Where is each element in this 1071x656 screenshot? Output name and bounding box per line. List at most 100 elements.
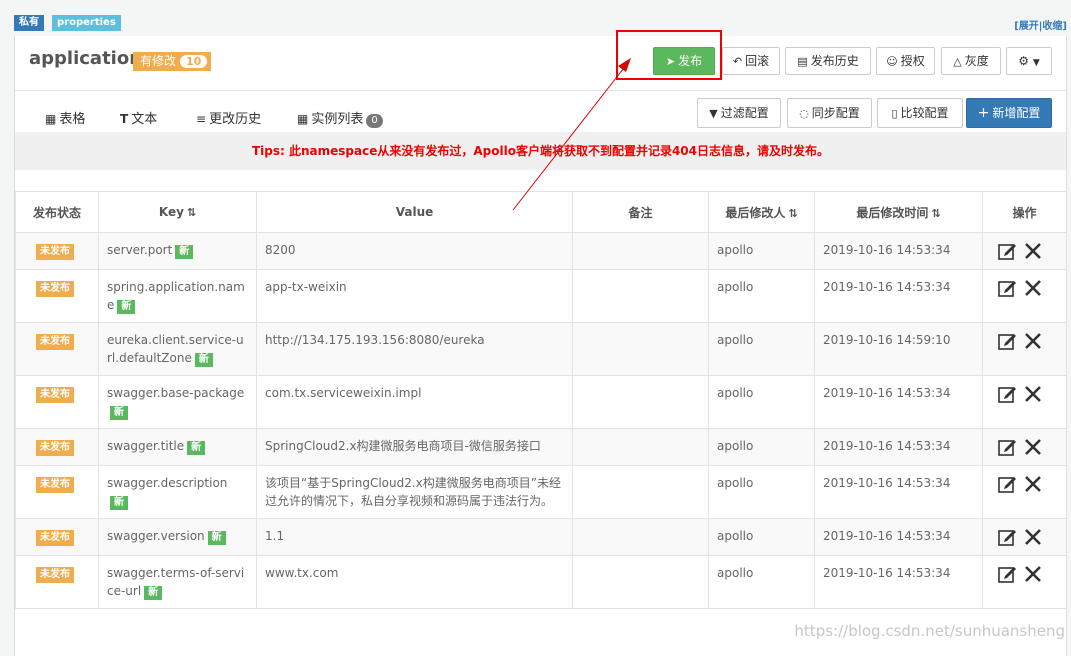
sort-icon[interactable]: ⇅ [931,207,940,220]
delete-icon[interactable] [1023,241,1043,261]
edit-icon[interactable] [997,527,1017,547]
tab-instances[interactable]: ▦ 实例列表 0 [297,108,383,132]
tab-history-label: 更改历史 [209,112,262,127]
modifier-cell: apollo [708,555,815,609]
col-modifier-label: 最后修改人 [725,205,786,220]
new-badge: 新 [187,441,206,455]
status-cell: 未发布 [15,428,99,466]
modifier-cell: apollo [708,232,815,270]
sync-label: 同步配置 [811,106,860,120]
plus-icon: + [977,105,990,121]
list-icon: ≡ [196,112,207,126]
namespace-header: application 有修改 10 ➤ 发布 ↶ 回滚 ▤ 发布历史 ☺ 授权 △ 灰度 … [15,30,1066,91]
publish-history-button[interactable]: ▤ 发布历史 [785,47,871,75]
tips-banner: Tips: 此namespace从来没有发布过，Apollo客户端将获取不到配置… [15,132,1066,170]
status-cell: 未发布 [15,465,99,519]
top-strip: 私有 properties [展开|收缩] [0,0,1071,36]
status-cell: 未发布 [15,518,99,556]
value-cell: app-tx-weixin [256,269,573,323]
modifier-cell: apollo [708,322,815,376]
actions-cell [982,269,1067,323]
value-cell: 1.1 [256,518,573,556]
sort-icon[interactable]: ⇅ [187,206,196,219]
tab-history[interactable]: ≡ 更改历史 [196,108,261,132]
delete-icon[interactable] [1023,474,1043,494]
actions-cell [982,428,1067,466]
compare-label: 比较配置 [900,106,949,120]
key-text: swagger.description [107,476,228,490]
new-badge: 新 [194,353,213,367]
edit-icon[interactable] [997,384,1017,404]
edit-icon[interactable] [997,241,1017,261]
col-key[interactable]: Key ⇅ [98,191,257,233]
key-cell: eureka.client.service-url.defaultZone 新 [98,322,257,376]
grant-button[interactable]: ☺ 授权 [876,47,935,75]
value-cell: 该项目“基于SpringCloud2.x构建微服务电商项目”未经过允许的情况下，… [256,465,573,519]
col-status: 发布状态 [15,191,99,233]
edit-icon[interactable] [997,474,1017,494]
caret-down-icon: ▼ [1032,58,1040,68]
add-label: 新增配置 [992,106,1041,120]
edit-icon[interactable] [997,331,1017,351]
rollback-button[interactable]: ↶ 回滚 [722,47,780,75]
delete-icon[interactable] [1023,331,1043,351]
edit-icon[interactable] [997,564,1017,584]
time-cell: 2019-10-16 14:53:34 [814,428,983,466]
flask-icon: △ [953,55,962,68]
sort-icon[interactable]: ⇅ [788,207,797,220]
compare-config-button[interactable]: ▯ 比较配置 [877,98,963,128]
delete-icon[interactable] [1023,437,1043,457]
file-icon: ▯ [891,107,898,120]
value-cell: 8200 [256,232,573,270]
new-badge: 新 [207,531,226,545]
delete-icon[interactable] [1023,564,1043,584]
tab-text[interactable]: T 文本 [120,108,157,132]
sync-config-button[interactable]: ◌ 同步配置 [787,98,872,128]
modified-label: 有修改 [140,54,177,68]
edit-icon[interactable] [997,437,1017,457]
delete-icon[interactable] [1023,384,1043,404]
col-modified-time[interactable]: 最后修改时间 ⇅ [814,191,983,233]
table-row: 未发布 swagger.base-package 新 com.tx.servicewe… [15,375,1067,429]
comment-cell [572,555,709,609]
delete-icon[interactable] [1023,527,1043,547]
actions-cell [982,232,1067,270]
col-modifier[interactable]: 最后修改人 ⇅ [708,191,815,233]
key-text: swagger.title [107,439,185,453]
unpublished-badge: 未发布 [36,244,74,260]
status-cell: 未发布 [15,555,99,609]
status-cell: 未发布 [15,375,99,429]
filter-config-button[interactable]: ▼ 过滤配置 [697,98,781,128]
gear-icon: ⚙ [1018,54,1029,68]
col-time-label: 最后修改时间 [856,205,929,220]
value-cell: com.tx.serviceweixin.impl [256,375,573,429]
table-row: 未发布 swagger.title 新 SpringCloud2.x构建微服务电商项目… [15,428,1067,466]
settings-dropdown-button[interactable]: ⚙ ▼ [1006,47,1052,75]
col-key-label: Key [158,205,184,219]
value-cell: http://134.175.193.156:8080/eureka [256,322,573,376]
delete-icon[interactable] [1023,278,1043,298]
status-cell: 未发布 [15,322,99,376]
refresh-icon: ◌ [799,107,809,120]
undo-icon: ↶ [732,55,743,68]
unpublished-badge: 未发布 [36,567,74,583]
add-config-button[interactable]: + 新增配置 [966,98,1052,128]
gray-release-button[interactable]: △ 灰度 [941,47,1001,75]
comment-cell [572,269,709,323]
expand-collapse-link[interactable]: [展开|收缩] [1014,17,1067,32]
comment-cell [572,428,709,466]
time-cell: 2019-10-16 14:59:10 [814,322,983,376]
tab-table[interactable]: ▦ 表格 [29,108,103,135]
modifier-cell: apollo [708,465,815,519]
new-badge: 新 [110,406,128,420]
comment-cell [572,322,709,376]
tab-text-label: 文本 [131,112,158,127]
new-badge: 新 [144,586,163,600]
new-badge: 新 [110,496,128,510]
publish-button[interactable]: ➤ 发布 [653,47,715,75]
actions-cell [982,375,1067,429]
edit-icon[interactable] [997,278,1017,298]
namespace-panel: application 有修改 10 ➤ 发布 ↶ 回滚 ▤ 发布历史 ☺ 授权 △ 灰度 … [14,30,1067,656]
table-icon: ▦ [45,112,57,126]
key-text: eureka.client.service-url.defaultZone [107,333,244,365]
